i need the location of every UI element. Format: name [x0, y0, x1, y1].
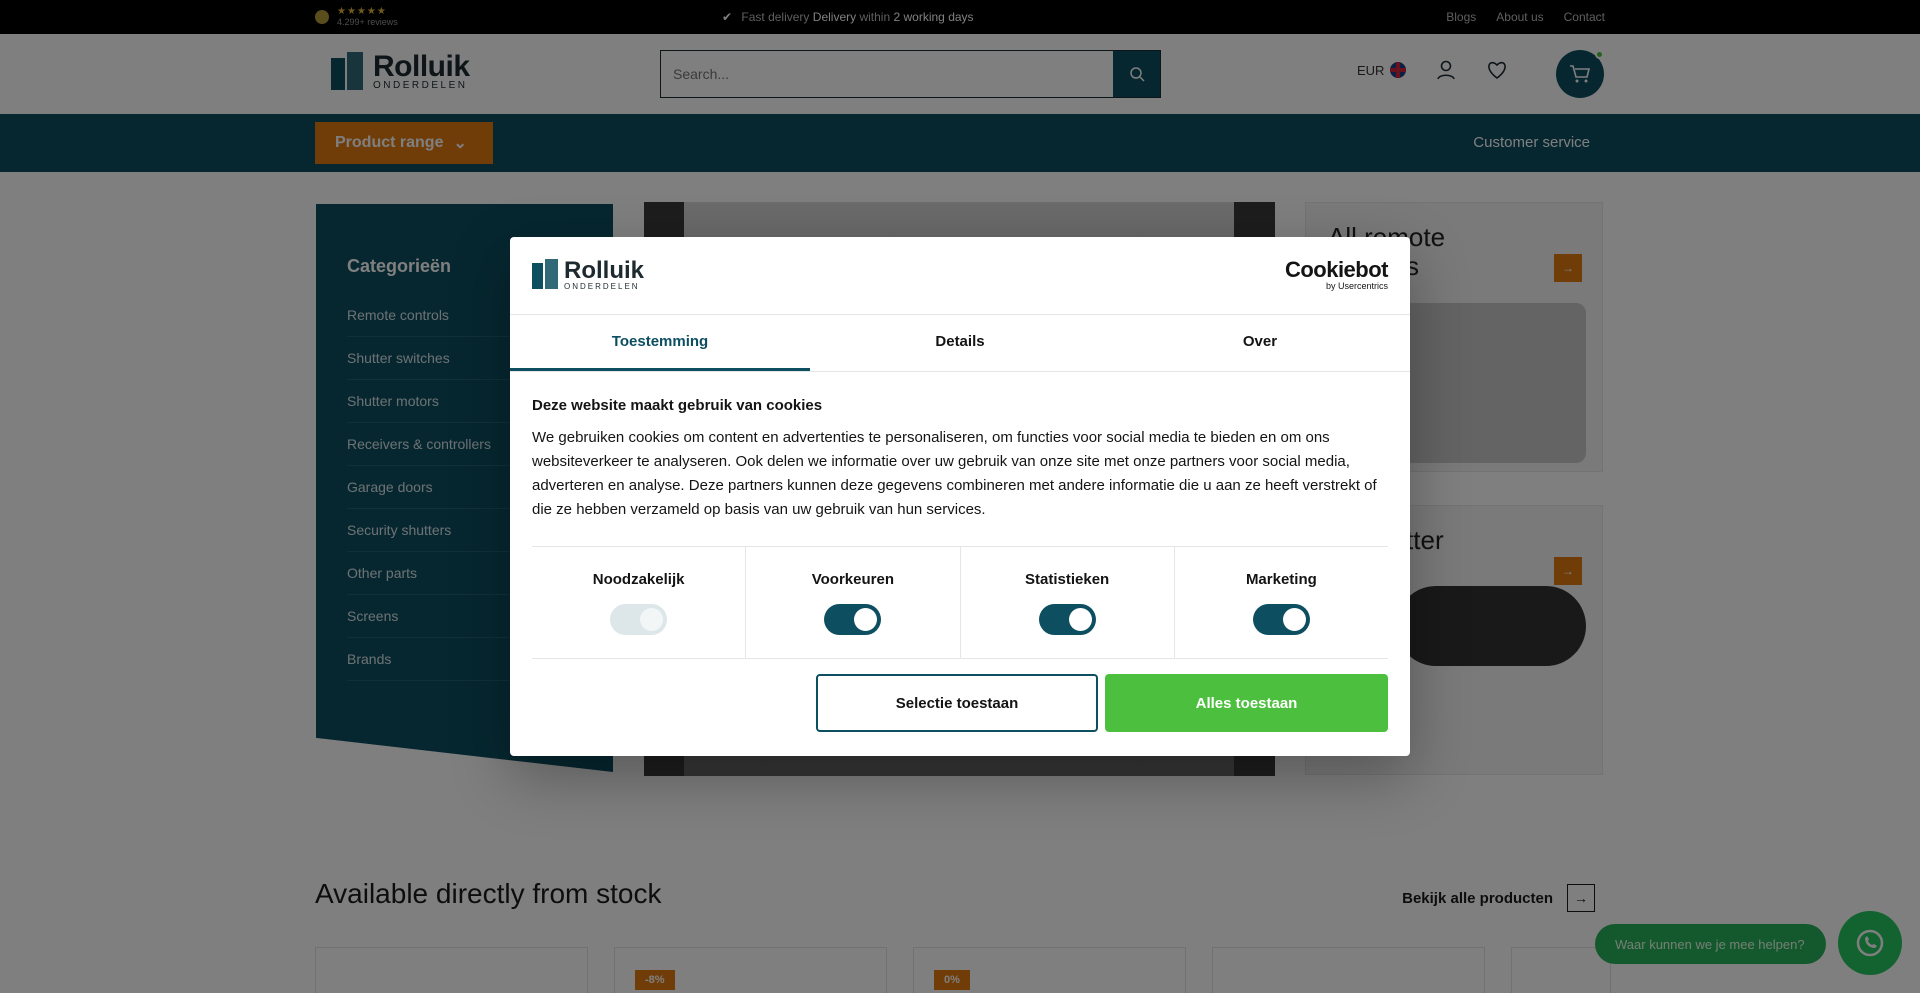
tab-over[interactable]: Over [1110, 315, 1410, 371]
dialog-header: Rolluik ONDERDELEN Cookiebot by Usercent… [510, 237, 1410, 315]
toggle-label: Voorkeuren [811, 571, 894, 588]
consent-marketing: Marketing [1175, 547, 1388, 658]
logo-mark-icon [532, 259, 558, 291]
allow-all-button[interactable]: Alles toestaan [1105, 674, 1388, 732]
marketing-toggle[interactable] [1252, 604, 1310, 635]
allow-selection-button[interactable]: Selectie toestaan [816, 674, 1098, 732]
toggle-label: Marketing [1245, 571, 1317, 588]
cookie-consent-dialog: Rolluik ONDERDELEN Cookiebot by Usercent… [510, 237, 1410, 756]
preferences-toggle[interactable] [824, 604, 882, 635]
dialog-logo-sub: ONDERDELEN [564, 281, 640, 291]
cookiebot-by: by Usercentrics [1325, 281, 1388, 291]
cookiebot-name: Cookiebot [1284, 257, 1389, 282]
necessary-toggle [610, 604, 668, 635]
statistics-toggle[interactable] [1038, 604, 1096, 635]
toggle-label: Statistieken [1025, 571, 1110, 588]
dialog-text: We gebruiken cookies om content en adver… [532, 429, 1377, 518]
dialog-tabs: Toestemming Details Over [510, 315, 1410, 372]
consent-toggles: Noodzakelijk Voorkeuren Statistieken Mar… [532, 546, 1388, 659]
dialog-logo: Rolluik ONDERDELEN [532, 256, 645, 291]
tab-toestemming[interactable]: Toestemming [510, 315, 810, 371]
consent-statistics: Statistieken [961, 547, 1175, 658]
consent-necessary: Noodzakelijk [532, 547, 747, 658]
tab-details[interactable]: Details [810, 315, 1110, 371]
consent-preferences: Voorkeuren [746, 547, 961, 658]
cookiebot-logo[interactable]: Cookiebot by Usercentrics [1284, 257, 1389, 292]
dialog-body: Deze website maakt gebruik van cookies W… [532, 397, 1388, 522]
dialog-logo-brand: Rolluik [564, 256, 645, 284]
dialog-heading: Deze website maakt gebruik van cookies [532, 397, 823, 414]
toggle-label: Noodzakelijk [592, 571, 685, 588]
